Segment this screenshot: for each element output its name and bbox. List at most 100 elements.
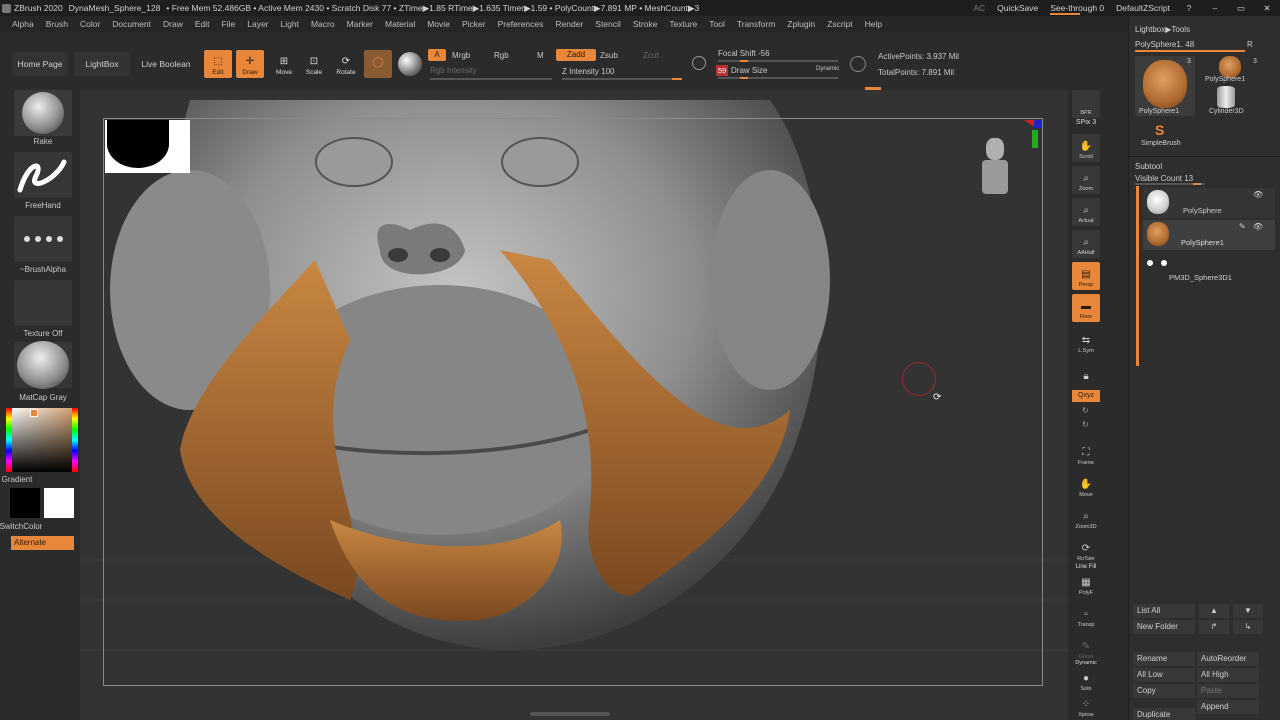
append-button[interactable]: Append [1197,700,1259,714]
frame-button[interactable]: ⛶ Frame [1072,440,1100,468]
ac-label[interactable]: AC [973,3,985,13]
menu-layer[interactable]: Layer [247,19,268,29]
rotate-button[interactable]: ⟳ Rotate [332,50,360,78]
polyf-button[interactable]: ▦ PolyF [1072,570,1100,598]
all-low-button[interactable]: All Low [1133,668,1195,682]
material-sphere-icon[interactable] [398,52,422,76]
menu-macro[interactable]: Macro [311,19,335,29]
m-button[interactable]: M [537,51,544,60]
visible-count-slider[interactable]: Visible Count 13 [1135,174,1193,183]
menu-transform[interactable]: Transform [737,19,775,29]
edit-button[interactable]: ⬚ Edit [204,50,232,78]
transp-button[interactable]: ▫ Transp [1072,602,1100,630]
gradient-label[interactable]: Gradient [0,475,60,484]
dynamic-toggle[interactable]: Dynamic [816,66,839,72]
menu-marker[interactable]: Marker [347,19,373,29]
scale-button[interactable]: ⊡ Scale [300,50,328,78]
material-swatch[interactable]: ◯ [364,50,392,78]
floor-button[interactable]: ▬ Floor [1072,294,1100,322]
paste-button[interactable]: Paste [1197,684,1259,698]
menu-color[interactable]: Color [80,19,100,29]
texture-button[interactable] [14,280,72,326]
folder-up-icon[interactable]: ↱ [1199,620,1229,634]
menu-stroke[interactable]: Stroke [633,19,658,29]
menu-brush[interactable]: Brush [46,19,68,29]
gizmo-z-axis[interactable] [1034,120,1042,128]
rgb-button[interactable]: Rgb [494,51,509,60]
eye-icon[interactable]: 👁︎ [1253,190,1263,199]
subtool-row-polysphere1[interactable]: PolySphere1 ✎ 👁︎ [1143,220,1275,250]
draw-button[interactable]: ✛ Draw [236,50,264,78]
spix-slider[interactable]: SPix 3 [1072,119,1100,126]
brush-alpha-button[interactable] [14,216,72,262]
default-zscript-button[interactable]: DefaultZScript [1116,3,1170,13]
menu-draw[interactable]: Draw [163,19,183,29]
zoom-button[interactable]: ⌕ Zoom [1072,166,1100,194]
rename-button[interactable]: Rename [1133,652,1195,666]
switch-color-button[interactable]: SwitchColor [0,522,64,531]
all-high-button[interactable]: All High [1197,668,1259,682]
menu-movie[interactable]: Movie [427,19,450,29]
close-icon[interactable]: ✕ [1260,3,1274,14]
zsub-button[interactable]: Zsub [600,51,618,60]
quicksave-button[interactable]: QuickSave [997,3,1038,13]
solo-button[interactable]: ● Solo [1072,666,1100,694]
simplebrush-icon[interactable]: S [1155,122,1164,138]
draw-size-slider[interactable]: Draw Size [731,66,767,75]
persp-button[interactable]: ▤ Persp [1072,262,1100,290]
color-picker[interactable] [6,408,78,472]
menu-stencil[interactable]: Stencil [595,19,621,29]
focal-shift-toggle-icon[interactable] [692,56,706,70]
mrgb-button[interactable]: Mrgb [452,51,470,60]
lightbox-button[interactable]: LightBox [74,52,130,76]
alternate-button[interactable]: Alternate [11,536,74,550]
live-boolean-button[interactable]: Live Boolean [136,52,196,76]
menu-file[interactable]: File [222,19,236,29]
subtool-label-pm3d[interactable]: PM3D_Sphere3D1 [1169,273,1232,282]
move-button[interactable]: ⊞ Move [270,50,298,78]
xpose-button[interactable]: ⁘ Xpose [1072,692,1100,720]
secondary-color-swatch[interactable] [10,488,40,518]
z-intensity-slider[interactable]: Z Intensity 100 [562,67,614,76]
primary-color-swatch[interactable] [44,488,74,518]
list-all-button[interactable]: List All [1133,604,1195,618]
freehand-stroke-button[interactable] [14,152,72,198]
actual-button[interactable]: ⌕ Actual [1072,198,1100,226]
canvas-viewport[interactable]: ⟳ [80,90,1068,720]
autoreorder-button[interactable]: AutoReorder [1197,652,1259,666]
matcap-button[interactable] [14,341,72,389]
rotate-view-button[interactable]: ⟳ RoTate [1072,536,1100,564]
menu-picker[interactable]: Picker [462,19,486,29]
lsym-button[interactable]: ⇆ L.Sym [1072,328,1100,356]
move-down-icon[interactable]: ▼ [1233,604,1263,618]
subtool-header[interactable]: Subtool [1135,162,1162,171]
menu-zscript[interactable]: Zscript [827,19,853,29]
menu-alpha[interactable]: Alpha [12,19,34,29]
new-folder-button[interactable]: New Folder [1133,620,1195,634]
focal-shift-slider[interactable]: Focal Shift -56 [718,49,770,58]
maximize-icon[interactable]: ▭ [1234,3,1248,14]
ghost-button[interactable]: ✎ Ghost [1072,634,1100,662]
menu-texture[interactable]: Texture [669,19,697,29]
brush-edit-icon[interactable]: ✎ [1239,222,1246,231]
menu-zplugin[interactable]: Zplugin [787,19,815,29]
move-view-button[interactable]: ✋ Move [1072,472,1100,500]
hue-strip[interactable] [6,408,12,472]
help-icon[interactable]: ? [1182,3,1196,13]
menu-document[interactable]: Document [112,19,151,29]
menu-help[interactable]: Help [865,19,882,29]
menu-light[interactable]: Light [281,19,299,29]
menu-material[interactable]: Material [385,19,415,29]
qxyz-button[interactable]: Qxyz [1072,390,1100,402]
zcut-button[interactable]: Zcut [643,51,659,60]
lightbox-tools-link[interactable]: Lightbox▶Tools [1135,25,1190,34]
move-up-icon[interactable]: ▲ [1199,604,1229,618]
aahalf-button[interactable]: ⌕ AAHalf [1072,230,1100,258]
scroll-button[interactable]: ✋ Scroll [1072,134,1100,162]
home-page-button[interactable]: Home Page [12,52,68,76]
rake-brush-button[interactable] [14,90,72,136]
eye-icon-2[interactable]: 👁︎ [1253,222,1263,231]
folder-dot-icon[interactable] [1147,260,1153,266]
bpr-button[interactable]: BPR [1072,90,1100,118]
lock-button[interactable]: 🔒︎ [1072,358,1100,386]
